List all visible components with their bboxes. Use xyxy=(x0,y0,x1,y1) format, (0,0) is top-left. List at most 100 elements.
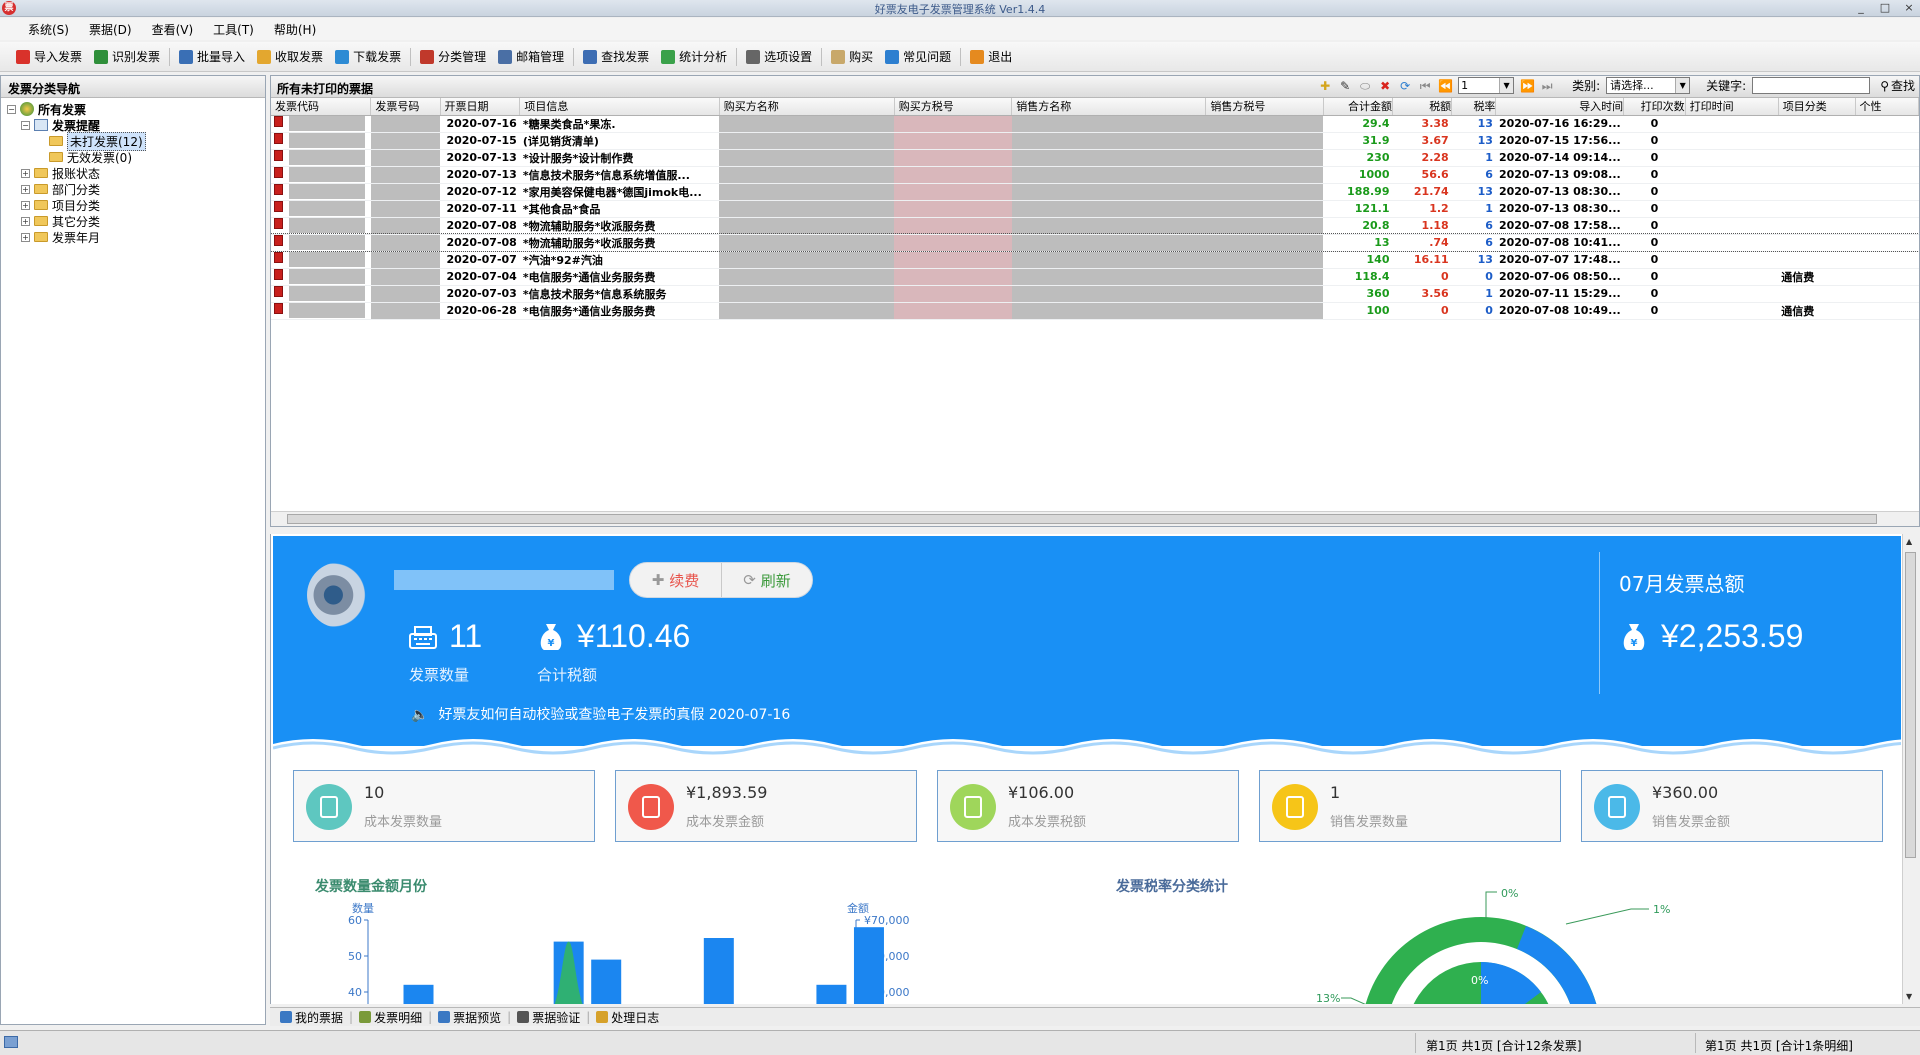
bar[interactable] xyxy=(703,938,734,1004)
table-row[interactable]: 2020-07-07 *汽油*92#汽油 140 16.11 13 2020-07-07 … xyxy=(271,251,1919,269)
add-icon[interactable]: ✚ xyxy=(1318,79,1332,93)
expand-icon[interactable]: + xyxy=(21,216,30,226)
tree-node-group[interactable]: + 发票年月 xyxy=(7,229,265,245)
prev-page-icon[interactable]: ⏪ xyxy=(1438,79,1453,93)
column-header[interactable]: 购买方税号 xyxy=(894,98,1013,116)
first-page-icon[interactable]: ⏮ xyxy=(1418,79,1432,93)
column-header[interactable]: 购买方名称 xyxy=(719,98,895,116)
tree-node-unprinted[interactable]: 未打发票(12) xyxy=(7,131,265,151)
bar[interactable] xyxy=(816,984,847,1004)
toolbar-button-2[interactable]: 批量导入 xyxy=(173,45,251,69)
column-header[interactable]: 发票号码 xyxy=(370,98,441,116)
column-header[interactable]: 开票日期 xyxy=(440,98,521,116)
bottom-tab-2[interactable]: 票据预览 xyxy=(434,1009,505,1026)
toolbar-button-4[interactable]: 下载发票 xyxy=(329,45,407,69)
toolbar-button-5[interactable]: 分类管理 xyxy=(414,45,492,69)
menu-help[interactable]: 帮助(H) xyxy=(264,21,326,38)
menu-system[interactable]: 系统(S) xyxy=(18,21,79,38)
horizontal-scrollbar[interactable] xyxy=(271,511,1919,526)
toolbar-button-10[interactable]: 购买 xyxy=(825,45,879,69)
toolbar-button-8[interactable]: 统计分析 xyxy=(655,45,733,69)
stat-card[interactable]: 10 成本发票数量 xyxy=(293,770,595,842)
table-row[interactable]: 2020-06-28 *电信服务*通信业务服务费 100 0 0 2020-07-08 1… xyxy=(271,302,1919,320)
toolbar-button-0[interactable]: 导入发票 xyxy=(10,45,88,69)
table-row[interactable]: 2020-07-04 *电信服务*通信业务服务费 118.4 0 0 2020-07-06… xyxy=(271,268,1919,286)
stat-card[interactable]: 1 销售发票数量 xyxy=(1259,770,1561,842)
vertical-scrollbar[interactable]: ▲ ▼ xyxy=(1902,534,1918,1004)
refresh-button[interactable]: ⟳ 刷新 xyxy=(721,563,812,597)
table-row[interactable]: 2020-07-15 (详见销货清单) 31.9 3.67 13 2020-07-15 1… xyxy=(271,132,1919,150)
toolbar-button-7[interactable]: 查找发票 xyxy=(577,45,655,69)
avatar[interactable] xyxy=(307,562,373,628)
page-select[interactable]: 1 ▼ xyxy=(1458,77,1515,94)
pie-slice[interactable] xyxy=(1481,962,1541,1004)
collapse-icon[interactable]: − xyxy=(7,104,16,114)
expand-icon[interactable]: + xyxy=(21,168,30,178)
search-button[interactable]: ⚲ 查找 xyxy=(1880,77,1915,94)
bar[interactable] xyxy=(591,959,622,1004)
table-row[interactable]: 2020-07-11 *其他食品*食品 121.1 1.2 1 2020-07-13 08… xyxy=(271,200,1919,218)
scroll-down-icon[interactable]: ▼ xyxy=(1906,992,1912,1001)
delete-icon[interactable]: ✖ xyxy=(1378,79,1392,93)
table-row[interactable]: 2020-07-12 *家用美容保健电器*德国jimok电... 188.99 21.… xyxy=(271,183,1919,201)
menu-view[interactable]: 查看(V) xyxy=(142,21,204,38)
expand-icon[interactable]: + xyxy=(21,184,30,194)
collapse-icon[interactable]: − xyxy=(21,120,30,130)
stat-card[interactable]: ¥360.00 销售发票金额 xyxy=(1581,770,1883,842)
column-header[interactable]: 项目分类 xyxy=(1778,98,1856,116)
renew-button[interactable]: ✚ 续费 xyxy=(630,563,721,597)
last-page-icon[interactable]: ⏭ xyxy=(1540,79,1554,93)
tag-icon[interactable]: ⬭ xyxy=(1358,79,1372,93)
tree-node-group[interactable]: + 项目分类 xyxy=(7,197,265,213)
bottom-tab-3[interactable]: 票据验证 xyxy=(513,1009,584,1026)
notice-link[interactable]: 🔈 好票友如何自动校验或查验电子发票的真假 2020-07-16 xyxy=(411,704,790,724)
edit-icon[interactable]: ✎ xyxy=(1338,79,1352,93)
table-row[interactable]: 2020-07-16 *糖果类食品*果冻. 29.4 3.38 13 2020-07-16… xyxy=(271,115,1919,133)
column-header[interactable]: 打印时间 xyxy=(1685,98,1779,116)
column-header[interactable]: 税率 xyxy=(1451,98,1497,116)
bar[interactable] xyxy=(853,927,884,1004)
column-header[interactable]: 发票代码 xyxy=(271,98,372,116)
refresh-icon[interactable]: ⟳ xyxy=(1398,79,1412,93)
column-header[interactable]: 打印次数 xyxy=(1623,98,1686,116)
column-header[interactable]: 导入时间 xyxy=(1495,98,1625,116)
maximize-button[interactable]: □ xyxy=(1878,0,1892,15)
toolbar-button-12[interactable]: 退出 xyxy=(964,45,1018,69)
stat-card[interactable]: ¥106.00 成本发票税额 xyxy=(937,770,1239,842)
column-header[interactable]: 税额 xyxy=(1392,98,1453,116)
column-header[interactable]: 销售方名称 xyxy=(1011,98,1207,116)
toolbar-button-11[interactable]: 常见问题 xyxy=(879,45,957,69)
tree-node-all-invoices[interactable]: − 所有发票 xyxy=(7,101,265,117)
table-row[interactable]: 2020-07-08 *物流辅助服务*收派服务费 13.74 6 2020-07-08 … xyxy=(271,233,1919,252)
close-button[interactable]: × xyxy=(1902,0,1916,15)
expand-icon[interactable]: + xyxy=(21,232,30,242)
minimize-button[interactable]: _ xyxy=(1854,0,1868,15)
tree-node-invalid[interactable]: 无效发票(0) xyxy=(7,149,265,165)
next-page-icon[interactable]: ⏩ xyxy=(1520,79,1535,93)
bar[interactable] xyxy=(403,984,434,1004)
column-header[interactable]: 合计金额 xyxy=(1323,98,1394,116)
tree-node-group[interactable]: + 其它分类 xyxy=(7,213,265,229)
scroll-up-icon[interactable]: ▲ xyxy=(1906,537,1912,546)
column-header[interactable]: 销售方税号 xyxy=(1205,98,1324,116)
category-select[interactable]: 请选择... ▼ xyxy=(1606,77,1691,94)
bottom-tab-1[interactable]: 发票明细 xyxy=(355,1009,426,1026)
keyword-input[interactable] xyxy=(1752,77,1871,94)
menu-tools[interactable]: 工具(T) xyxy=(203,21,264,38)
menu-documents[interactable]: 票据(D) xyxy=(79,21,142,38)
tree-node-group[interactable]: + 部门分类 xyxy=(7,181,265,197)
bottom-tab-0[interactable]: 我的票据 xyxy=(276,1009,347,1026)
tree-node-group[interactable]: + 报账状态 xyxy=(7,165,265,181)
table-row[interactable]: 2020-07-08 *物流辅助服务*收派服务费 20.8 1.18 6 2020-07-… xyxy=(271,217,1919,235)
scroll-thumb[interactable] xyxy=(287,514,1877,524)
table-row[interactable]: 2020-07-03 *信息技术服务*信息系统服务 360 3.56 1 2020-07-… xyxy=(271,285,1919,303)
table-row[interactable]: 2020-07-13 *设计服务*设计制作费 230 2.28 1 2020-07-14 … xyxy=(271,149,1919,167)
toolbar-button-9[interactable]: 选项设置 xyxy=(740,45,818,69)
bottom-tab-4[interactable]: 处理日志 xyxy=(592,1009,663,1026)
toolbar-button-6[interactable]: 邮箱管理 xyxy=(492,45,570,69)
column-header[interactable]: 个性 xyxy=(1855,98,1919,116)
stat-card[interactable]: ¥1,893.59 成本发票金额 xyxy=(615,770,917,842)
toolbar-button-1[interactable]: 识别发票 xyxy=(88,45,166,69)
toolbar-button-3[interactable]: 收取发票 xyxy=(251,45,329,69)
expand-icon[interactable]: + xyxy=(21,200,30,210)
